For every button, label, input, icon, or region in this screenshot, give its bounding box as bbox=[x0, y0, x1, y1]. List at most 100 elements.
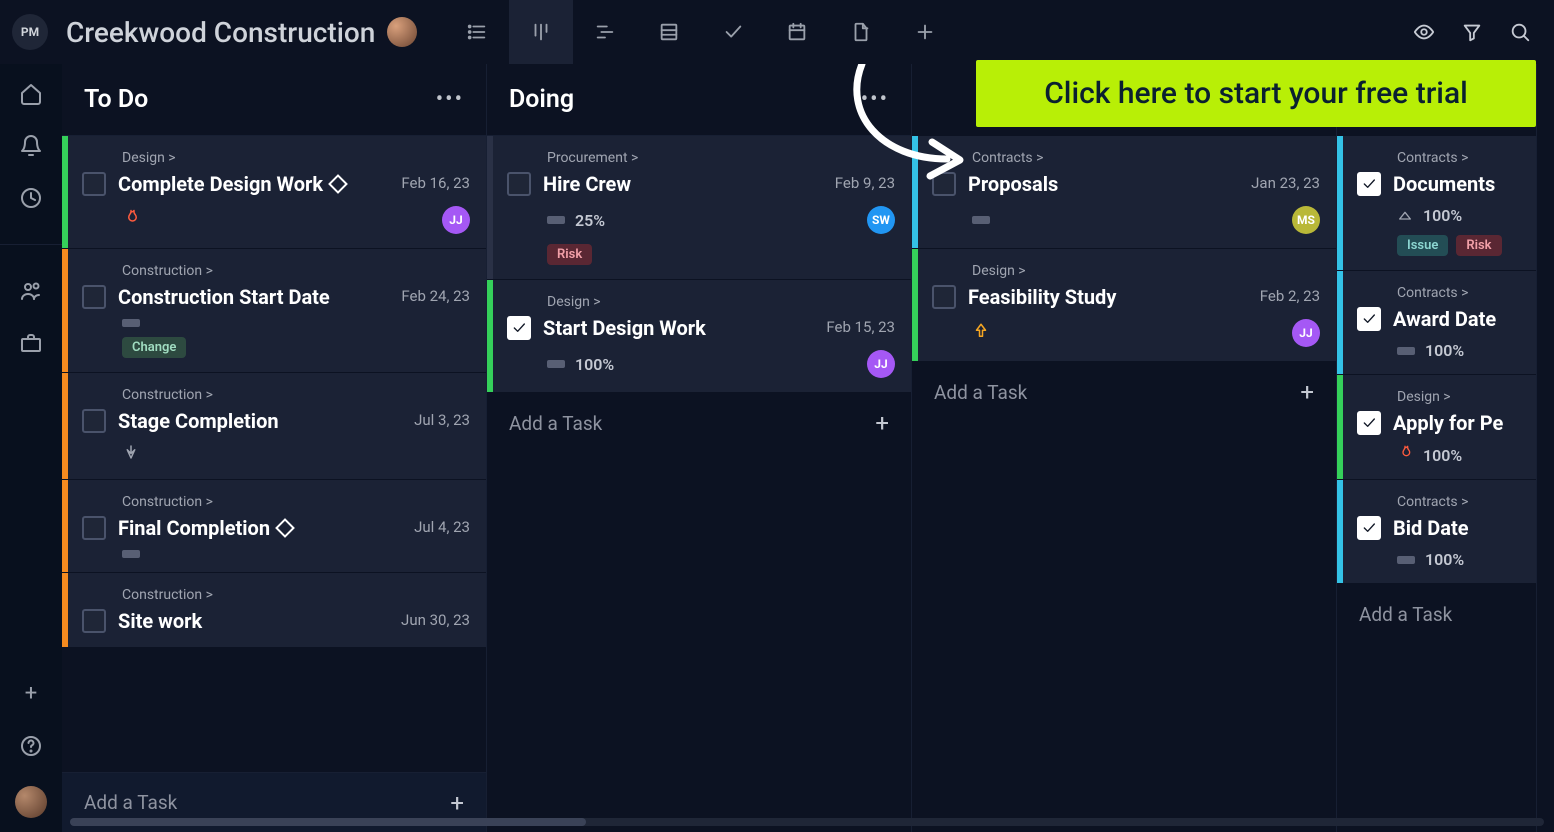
home-icon[interactable] bbox=[19, 82, 43, 106]
task-card[interactable]: Procurement > Hire Crew Feb 9, 23 25% SW… bbox=[487, 136, 911, 280]
user-avatar[interactable] bbox=[15, 786, 47, 818]
search-icon[interactable] bbox=[1498, 10, 1542, 54]
assignee-avatar[interactable]: JJ bbox=[1292, 319, 1320, 347]
tag-change[interactable]: Change bbox=[122, 337, 186, 358]
task-title: Documents bbox=[1393, 172, 1520, 196]
add-task-label: Add a Task bbox=[509, 412, 602, 435]
arrow-up-icon bbox=[972, 322, 990, 344]
task-card[interactable]: Design > Complete Design Work Feb 16, 23… bbox=[62, 136, 486, 249]
column-done-1: Contracts > Proposals Jan 23, 23 MS Desi… bbox=[912, 64, 1337, 832]
view-sheet-icon[interactable] bbox=[637, 0, 701, 64]
checkbox[interactable] bbox=[507, 172, 531, 196]
people-icon[interactable] bbox=[19, 279, 43, 303]
view-tabs bbox=[445, 0, 957, 64]
column-menu-icon[interactable]: ••• bbox=[436, 87, 464, 112]
task-card[interactable]: Construction > Site work Jun 30, 23 bbox=[62, 573, 486, 648]
progress-icon bbox=[122, 319, 140, 327]
checkbox[interactable] bbox=[932, 172, 956, 196]
plus-icon: + bbox=[450, 789, 464, 817]
visibility-icon[interactable] bbox=[1402, 10, 1446, 54]
task-title: Construction Start Date bbox=[118, 285, 389, 309]
progress-icon bbox=[1397, 347, 1415, 355]
checkbox[interactable] bbox=[1357, 307, 1381, 331]
task-breadcrumb: Contracts > bbox=[972, 150, 1320, 166]
view-file-icon[interactable] bbox=[829, 0, 893, 64]
project-title[interactable]: Creekwood Construction bbox=[66, 16, 375, 49]
view-gantt-icon[interactable] bbox=[573, 0, 637, 64]
add-task-button[interactable]: Add a Task + bbox=[487, 393, 911, 453]
view-add-icon[interactable] bbox=[893, 0, 957, 64]
view-board-icon[interactable] bbox=[509, 0, 573, 64]
task-title: Complete Design Work bbox=[118, 172, 323, 196]
tag-risk[interactable]: Risk bbox=[547, 244, 592, 265]
sidebar: + bbox=[0, 64, 62, 832]
assignee-avatar[interactable]: MS bbox=[1292, 206, 1320, 234]
progress-pct: 100% bbox=[1425, 550, 1464, 569]
task-card[interactable]: Contracts > Award Date 100% bbox=[1337, 271, 1536, 375]
column-title: Doing bbox=[509, 85, 574, 114]
task-title: Start Design Work bbox=[543, 316, 814, 340]
triangle-icon bbox=[1397, 206, 1413, 225]
clock-icon[interactable] bbox=[19, 186, 43, 210]
column-menu-icon[interactable]: ••• bbox=[861, 87, 889, 112]
task-breadcrumb: Contracts > bbox=[1397, 494, 1520, 510]
tag-risk[interactable]: Risk bbox=[1456, 235, 1501, 256]
task-card[interactable]: Construction > Stage Completion Jul 3, 2… bbox=[62, 373, 486, 480]
task-card[interactable]: Construction > Final Completion Jul 4, 2… bbox=[62, 480, 486, 573]
checkbox[interactable] bbox=[1357, 516, 1381, 540]
cta-banner[interactable]: Click here to start your free trial bbox=[976, 60, 1536, 127]
app-logo[interactable]: PM bbox=[12, 14, 48, 50]
column-header[interactable]: Doing ••• bbox=[487, 64, 911, 136]
assignee-avatar[interactable]: SW bbox=[867, 206, 895, 234]
progress-icon bbox=[972, 216, 990, 224]
flame-icon bbox=[122, 209, 140, 231]
view-calendar-icon[interactable] bbox=[765, 0, 829, 64]
progress-pct: 25% bbox=[575, 211, 605, 230]
checkbox[interactable] bbox=[932, 285, 956, 309]
task-card[interactable]: Contracts > Documents 100% Issue Risk bbox=[1337, 136, 1536, 271]
column-doing: Doing ••• Procurement > Hire Crew Feb 9,… bbox=[487, 64, 912, 832]
task-date: Feb 2, 23 bbox=[1260, 287, 1320, 305]
filter-icon[interactable] bbox=[1450, 10, 1494, 54]
task-card[interactable]: Contracts > Proposals Jan 23, 23 MS bbox=[912, 136, 1336, 249]
checkbox[interactable] bbox=[1357, 411, 1381, 435]
checkbox[interactable] bbox=[82, 516, 106, 540]
column-header[interactable]: To Do ••• bbox=[62, 64, 486, 136]
task-breadcrumb: Construction > bbox=[122, 494, 470, 510]
task-card[interactable]: Design > Apply for Pe 100% bbox=[1337, 375, 1536, 480]
task-date: Feb 15, 23 bbox=[826, 318, 895, 336]
view-list-icon[interactable] bbox=[445, 0, 509, 64]
task-title: Apply for Pe bbox=[1393, 411, 1520, 435]
checkbox[interactable] bbox=[82, 609, 106, 633]
task-title: Bid Date bbox=[1393, 516, 1520, 540]
assignee-avatar[interactable]: JJ bbox=[867, 350, 895, 378]
add-task-button[interactable]: Add a Task bbox=[1337, 584, 1536, 644]
task-breadcrumb: Design > bbox=[122, 150, 470, 166]
add-task-button[interactable]: Add a Task + bbox=[912, 362, 1336, 422]
add-project-icon[interactable]: + bbox=[25, 681, 37, 706]
assignee-avatar[interactable]: JJ bbox=[442, 206, 470, 234]
task-card[interactable]: Design > Feasibility Study Feb 2, 23 JJ bbox=[912, 249, 1336, 362]
briefcase-icon[interactable] bbox=[19, 331, 43, 355]
checkbox[interactable] bbox=[507, 316, 531, 340]
checkbox[interactable] bbox=[82, 409, 106, 433]
progress-pct: 100% bbox=[1423, 206, 1462, 225]
task-date: Feb 24, 23 bbox=[401, 287, 470, 305]
task-card[interactable]: Contracts > Bid Date 100% bbox=[1337, 480, 1536, 584]
bell-icon[interactable] bbox=[19, 134, 43, 158]
horizontal-scrollbar[interactable] bbox=[70, 818, 1544, 826]
task-breadcrumb: Design > bbox=[1397, 389, 1520, 405]
checkbox[interactable] bbox=[82, 172, 106, 196]
task-title: Stage Completion bbox=[118, 409, 402, 433]
column-title: To Do bbox=[84, 85, 148, 114]
view-check-icon[interactable] bbox=[701, 0, 765, 64]
help-icon[interactable] bbox=[19, 734, 43, 758]
arrow-down-icon bbox=[122, 443, 140, 465]
task-card[interactable]: Construction > Construction Start Date F… bbox=[62, 249, 486, 373]
checkbox[interactable] bbox=[1357, 172, 1381, 196]
tag-issue[interactable]: Issue bbox=[1397, 235, 1448, 256]
checkbox[interactable] bbox=[82, 285, 106, 309]
task-date: Jun 30, 23 bbox=[401, 611, 470, 629]
project-avatar[interactable] bbox=[387, 17, 417, 47]
task-card[interactable]: Design > Start Design Work Feb 15, 23 10… bbox=[487, 280, 911, 393]
